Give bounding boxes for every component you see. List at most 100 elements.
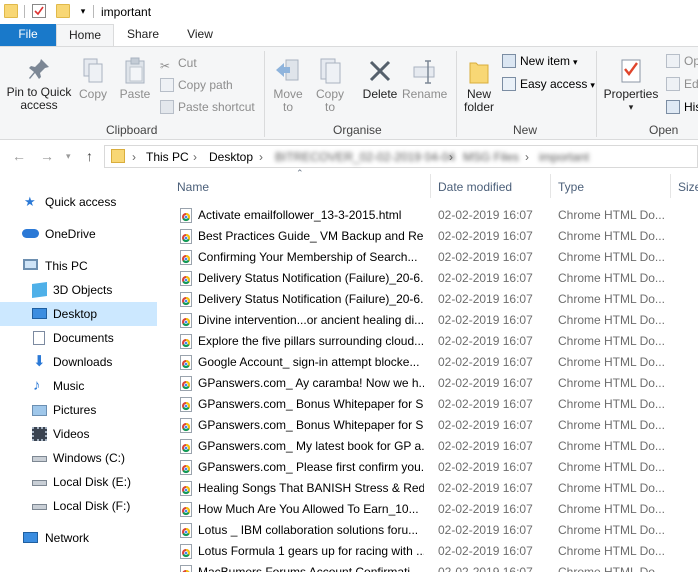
chrome-html-file-icon <box>180 439 192 454</box>
new-folder-icon[interactable] <box>56 4 70 18</box>
file-type: Chrome HTML Do... <box>558 229 665 243</box>
file-date-modified: 02-02-2019 16:07 <box>438 208 533 222</box>
properties-label: Properties <box>603 87 659 101</box>
file-row[interactable]: Best Practices Guide_ VM Backup and Re..… <box>168 226 698 247</box>
sidebar-item-music[interactable]: ♪ Music <box>0 374 157 398</box>
copy-path-button[interactable]: Copy path <box>160 77 233 93</box>
column-header-size[interactable]: Size <box>678 180 698 194</box>
music-icon: ♪ <box>33 377 41 394</box>
easy-access-button[interactable]: Easy access ▾ <box>502 76 595 92</box>
open-label: Op <box>684 54 698 68</box>
sidebar-item-windows-c[interactable]: Windows (C:) <box>0 446 157 470</box>
sidebar-item-3d-objects[interactable]: 3D Objects <box>0 278 157 302</box>
file-date-modified: 02-02-2019 16:07 <box>438 355 533 369</box>
sidebar-item-label: OneDrive <box>45 227 96 241</box>
column-header-date-modified[interactable]: Date modified <box>438 180 512 194</box>
up-arrow-icon[interactable]: ↑ <box>86 148 93 164</box>
forward-arrow-icon[interactable]: → <box>40 148 54 164</box>
breadcrumb-export-folder[interactable]: BITRECOVER_02-02-2019 04-04 <box>275 150 455 164</box>
paste-button[interactable]: Paste <box>116 57 154 101</box>
file-row[interactable]: Lotus _ IBM collaboration solutions foru… <box>168 520 698 541</box>
chevron-right-icon: › <box>259 150 263 164</box>
tab-file[interactable]: File <box>0 24 56 46</box>
column-header-name[interactable]: Name <box>177 180 209 194</box>
file-name: Explore the five pillars surrounding clo… <box>198 334 424 348</box>
properties-button[interactable]: Properties ▾ <box>602 57 660 114</box>
file-date-modified: 02-02-2019 16:07 <box>438 271 533 285</box>
sidebar-item-local-disk-f[interactable]: Local Disk (F:) <box>0 494 157 518</box>
file-name: GPanswers.com_ My latest book for GP a..… <box>198 439 424 453</box>
file-row[interactable]: GPanswers.com_ Please first confirm you.… <box>168 457 698 478</box>
file-row[interactable]: Lotus Formula 1 gears up for racing with… <box>168 541 698 562</box>
sidebar-item-desktop[interactable]: Desktop <box>0 302 157 326</box>
paste-shortcut-button[interactable]: Paste shortcut <box>160 99 255 115</box>
file-date-modified: 02-02-2019 16:07 <box>438 418 533 432</box>
history-button[interactable]: His <box>666 99 698 115</box>
file-row[interactable]: GPanswers.com_ Bonus Whitepaper for S...… <box>168 415 698 436</box>
file-type: Chrome HTML Do... <box>558 271 665 285</box>
recent-locations-chevron-icon[interactable]: ▾ <box>66 151 71 162</box>
file-row[interactable]: GPanswers.com_ My latest book for GP a..… <box>168 436 698 457</box>
file-row[interactable]: Explore the five pillars surrounding clo… <box>168 331 698 352</box>
sidebar-item-quick-access[interactable]: ★ Quick access <box>0 190 157 214</box>
file-row[interactable]: GPanswers.com_ Ay caramba! Now we h... 02… <box>168 373 698 394</box>
rename-button[interactable]: Rename <box>402 57 448 101</box>
column-divider[interactable] <box>670 174 671 198</box>
file-date-modified: 02-02-2019 16:07 <box>438 439 533 453</box>
file-name: Lotus _ IBM collaboration solutions foru… <box>198 523 419 537</box>
copy-icon <box>83 58 103 83</box>
copy-button[interactable]: Copy <box>76 57 110 101</box>
chrome-html-file-icon <box>180 334 192 349</box>
tab-view[interactable]: View <box>172 24 228 46</box>
breadcrumb-important[interactable]: important <box>539 150 589 164</box>
back-arrow-icon[interactable]: ← <box>12 148 26 164</box>
properties-check-icon[interactable] <box>32 4 46 18</box>
move-to-button[interactable]: Move to <box>270 57 306 114</box>
file-row[interactable]: Healing Songs That BANISH Stress & Red..… <box>168 478 698 499</box>
column-header-type[interactable]: Type <box>558 180 584 194</box>
breadcrumb-msg-files[interactable]: MSG Files <box>463 150 519 164</box>
group-divider <box>596 51 597 137</box>
chrome-html-file-icon <box>180 292 192 307</box>
tab-home[interactable]: Home <box>56 24 114 46</box>
sidebar-item-documents[interactable]: Documents <box>0 326 157 350</box>
file-type: Chrome HTML Do... <box>558 355 665 369</box>
new-item-button[interactable]: New item ▾ <box>502 53 578 69</box>
file-type: Chrome HTML Do... <box>558 460 665 474</box>
cut-label: Cut <box>178 56 197 70</box>
delete-button[interactable]: Delete <box>360 57 400 101</box>
sidebar-item-downloads[interactable]: ⬇ Downloads <box>0 350 157 374</box>
open-button[interactable]: Op <box>666 53 698 69</box>
file-row[interactable]: Confirming Your Membership of Search... 0… <box>168 247 698 268</box>
file-row[interactable]: Delivery Status Notification (Failure)_2… <box>168 268 698 289</box>
tab-share[interactable]: Share <box>114 24 172 46</box>
file-row[interactable]: Delivery Status Notification (Failure)_2… <box>168 289 698 310</box>
breadcrumb-this-pc[interactable]: This PC <box>146 150 189 164</box>
customize-toolbar-chevron-icon[interactable]: ▾ <box>76 4 90 18</box>
cut-button[interactable]: ✂ Cut <box>160 55 197 73</box>
sidebar-item-onedrive[interactable]: OneDrive <box>0 222 157 246</box>
file-row[interactable]: Activate emailfollower_13-3-2015.html 02-… <box>168 205 698 226</box>
history-label: His <box>684 100 698 114</box>
sidebar-item-network[interactable]: Network <box>0 526 157 550</box>
address-bar[interactable]: › This PC › Desktop › BITRECOVER_02-02-2… <box>104 145 698 168</box>
rename-label: Rename <box>402 87 448 101</box>
file-row[interactable]: Google Account_ sign-in attempt blocke..… <box>168 352 698 373</box>
edit-button[interactable]: Edi <box>666 76 698 92</box>
file-row[interactable]: How Much Are You Allowed To Earn_10... 02… <box>168 499 698 520</box>
column-divider[interactable] <box>430 174 431 198</box>
sidebar-item-pictures[interactable]: Pictures <box>0 398 157 422</box>
file-row[interactable]: MacBumers Forums Account Confirmati... 02… <box>168 562 698 572</box>
column-divider[interactable] <box>550 174 551 198</box>
sidebar-item-local-disk-e[interactable]: Local Disk (E:) <box>0 470 157 494</box>
file-row[interactable]: GPanswers.com_ Bonus Whitepaper for S...… <box>168 394 698 415</box>
copy-to-button[interactable]: Copy to <box>312 57 348 114</box>
pin-to-quick-access-button[interactable]: Pin to Quick access <box>4 57 74 112</box>
sidebar-item-videos[interactable]: Videos <box>0 422 157 446</box>
breadcrumb-desktop[interactable]: Desktop <box>209 150 253 164</box>
new-folder-button[interactable]: New folder <box>460 57 498 114</box>
sidebar-item-this-pc[interactable]: This PC <box>0 254 157 278</box>
chevron-right-icon: › <box>449 150 453 164</box>
sidebar-item-label: Local Disk (F:) <box>53 499 131 513</box>
file-row[interactable]: Divine intervention...or ancient healing… <box>168 310 698 331</box>
